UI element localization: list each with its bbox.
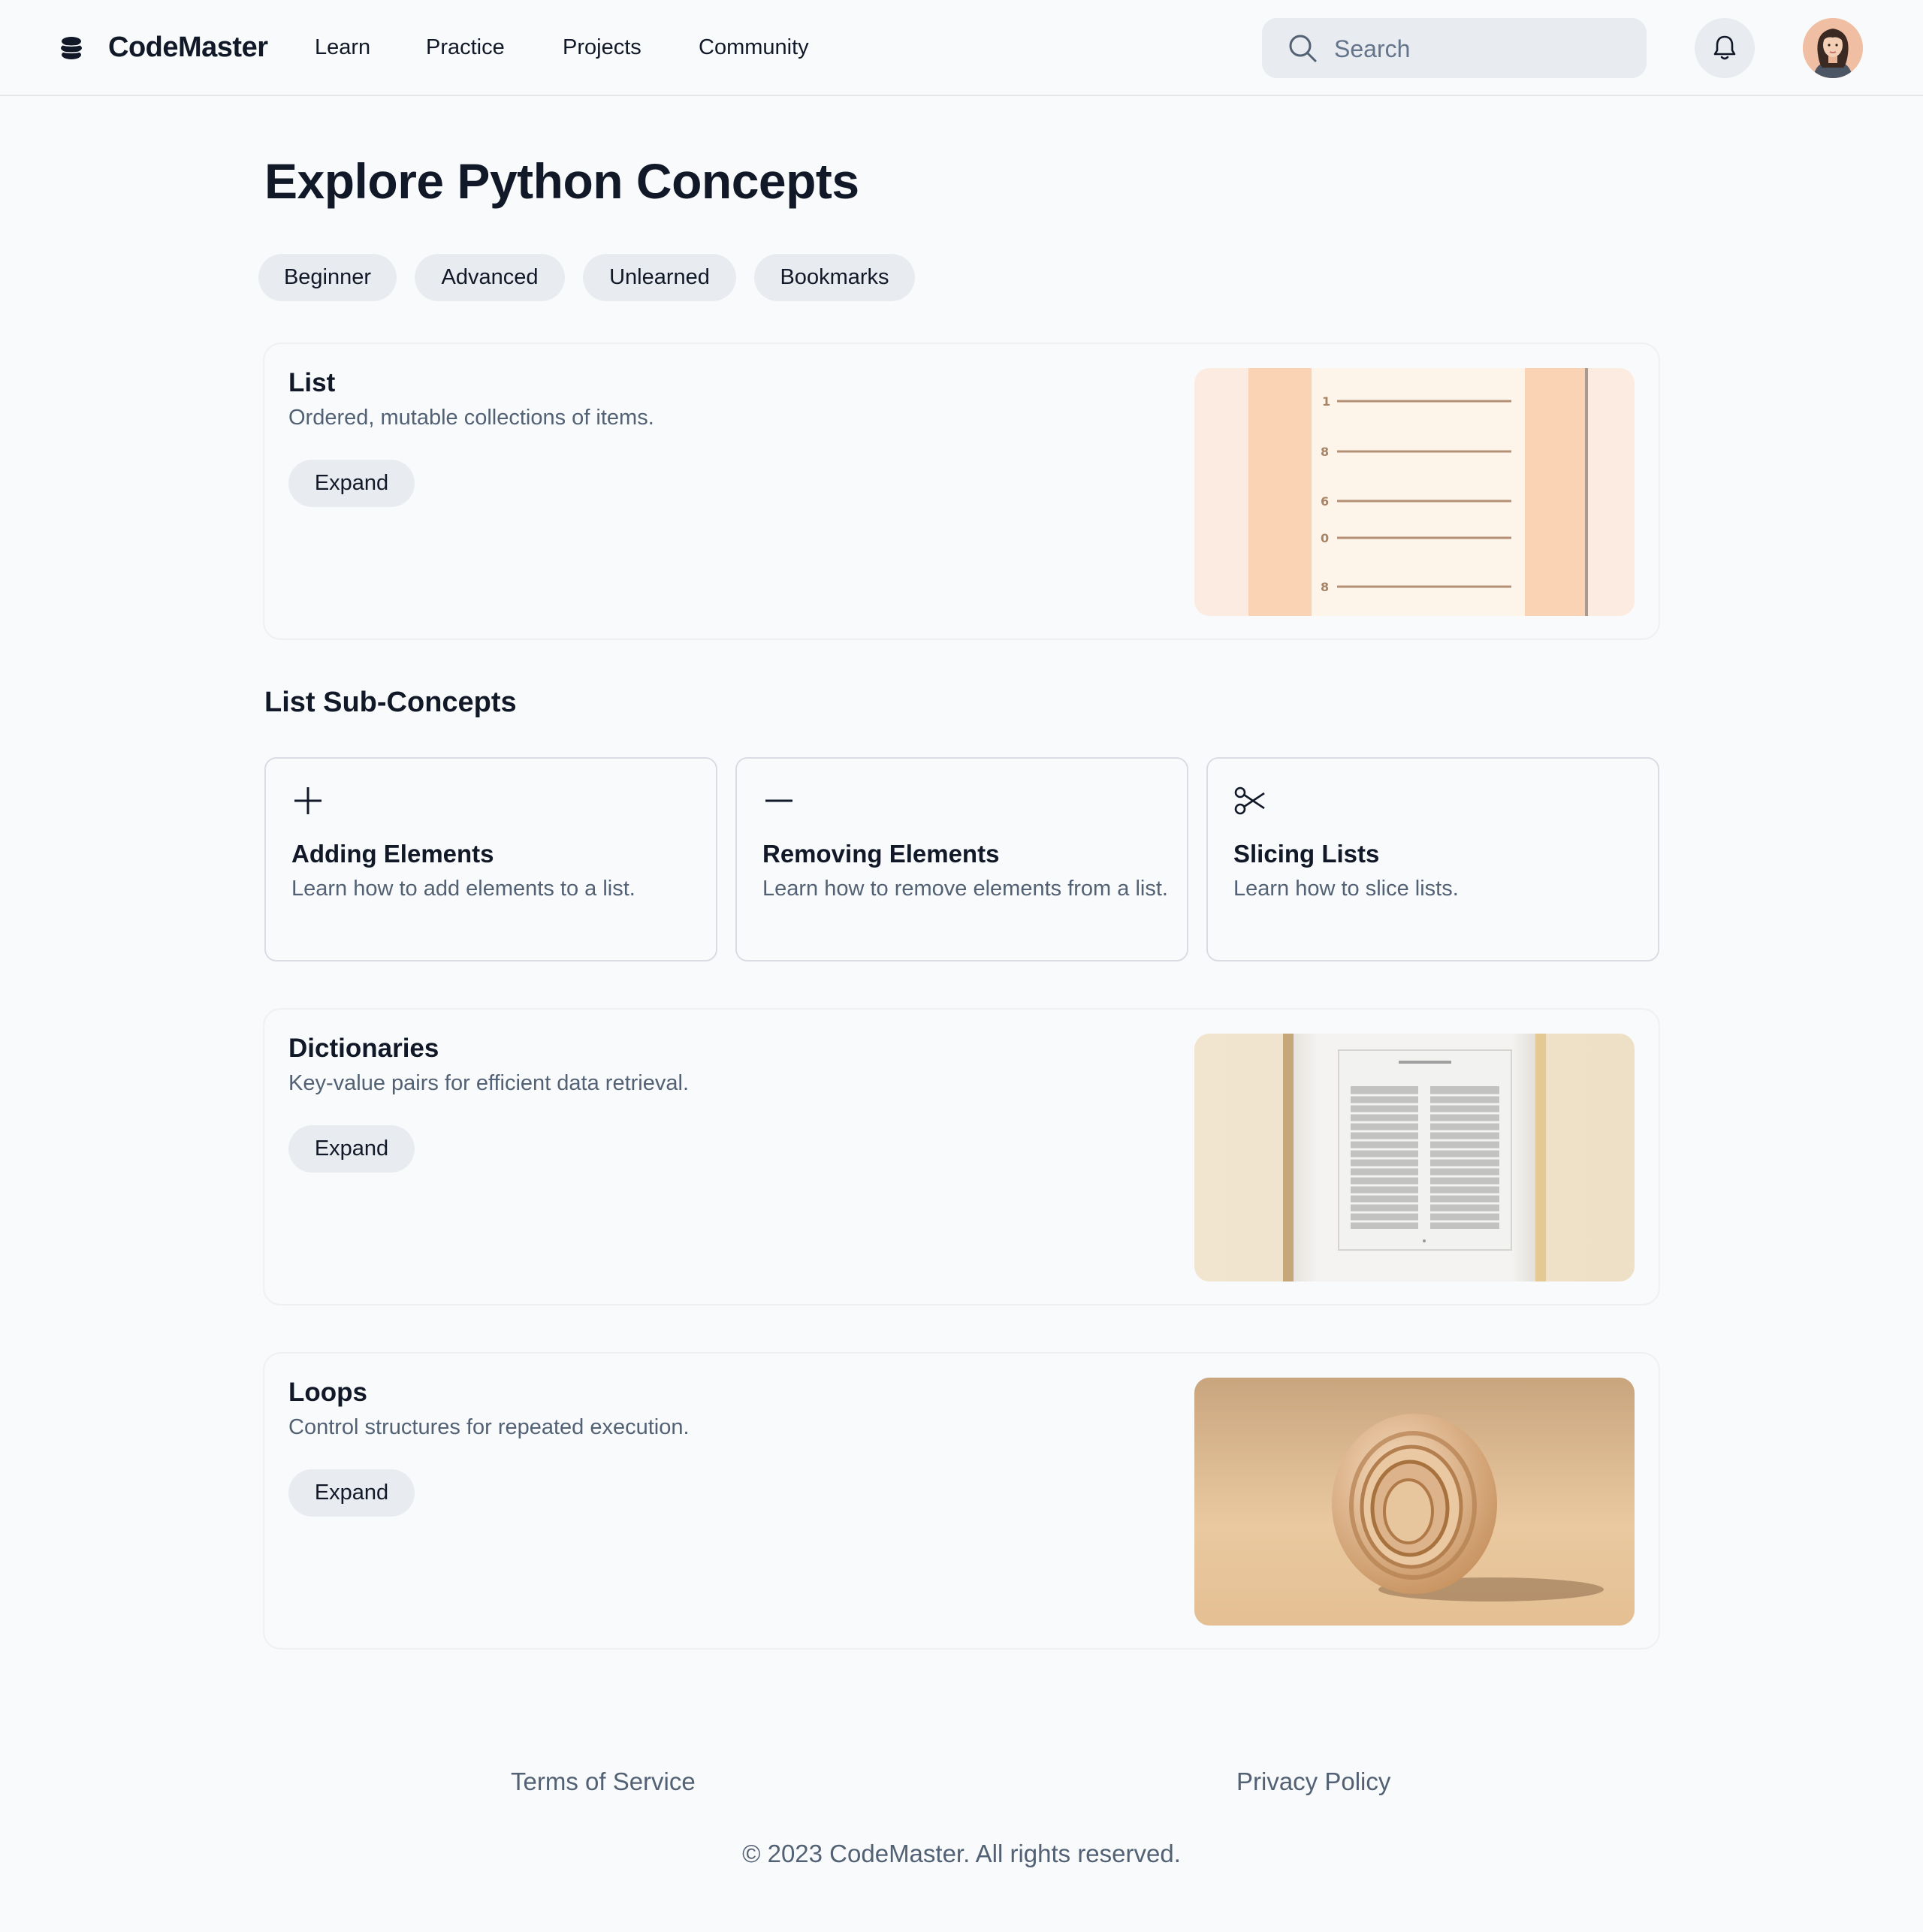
copyright-text: © 2023 CodeMaster. All rights reserved. xyxy=(742,1840,1181,1867)
bell-icon xyxy=(1713,35,1736,60)
concept-card-loops: Loops Control structures for repeated ex… xyxy=(263,1352,1660,1650)
concept-card-dictionaries: Dictionaries Key-value pairs for efficie… xyxy=(263,1008,1660,1306)
expand-button[interactable]: Expand xyxy=(288,1125,415,1173)
search-box[interactable] xyxy=(1262,18,1647,78)
list-number: 8 xyxy=(1321,580,1329,594)
page-title: Explore Python Concepts xyxy=(264,153,859,209)
concept-description: Ordered, mutable collections of items. xyxy=(288,406,654,430)
notifications-button[interactable] xyxy=(1695,18,1755,78)
nav-practice[interactable]: Practice xyxy=(426,32,505,63)
sub-concept-title: Adding Elements xyxy=(291,840,494,868)
list-number: 8 xyxy=(1321,445,1329,459)
sub-concept-removing[interactable]: Removing Elements Learn how to remove el… xyxy=(735,757,1188,961)
concept-title: Loops xyxy=(288,1378,367,1407)
concept-description: Control structures for repeated executio… xyxy=(288,1415,690,1439)
top-nav-bar: CodeMaster Learn Practice Projects Commu… xyxy=(0,0,1923,96)
sub-concept-description: Learn how to remove elements from a list… xyxy=(762,877,1168,901)
sub-concept-title: Slicing Lists xyxy=(1233,840,1380,868)
concept-title: List xyxy=(288,368,336,397)
dictionary-illustration xyxy=(1194,1034,1635,1281)
filter-bookmarks[interactable]: Bookmarks xyxy=(754,254,915,301)
filter-advanced[interactable]: Advanced xyxy=(415,254,565,301)
minus-icon xyxy=(765,799,792,802)
section-title: List Sub-Concepts xyxy=(264,687,517,718)
search-icon xyxy=(1289,35,1317,62)
concept-description: Key-value pairs for efficient data retri… xyxy=(288,1071,690,1095)
list-number: 1 xyxy=(1322,394,1330,409)
scissors-icon xyxy=(1234,786,1265,815)
sub-concept-adding[interactable]: Adding Elements Learn how to add element… xyxy=(264,757,717,961)
concept-card-list: List Ordered, mutable collections of ite… xyxy=(263,343,1660,640)
filter-unlearned[interactable]: Unlearned xyxy=(583,254,736,301)
list-number: 0 xyxy=(1321,531,1329,545)
search-input[interactable] xyxy=(1333,29,1629,69)
sub-concept-title: Removing Elements xyxy=(762,840,1000,868)
loop-illustration xyxy=(1194,1378,1635,1626)
concept-title: Dictionaries xyxy=(288,1034,439,1063)
expand-button[interactable]: Expand xyxy=(288,1469,415,1517)
nav-projects[interactable]: Projects xyxy=(563,32,642,63)
filter-beginner[interactable]: Beginner xyxy=(258,254,397,301)
layers-logo-icon[interactable] xyxy=(59,35,84,61)
brand-name[interactable]: CodeMaster xyxy=(108,29,268,66)
sub-concept-slicing[interactable]: Slicing Lists Learn how to slice lists. xyxy=(1206,757,1659,961)
plus-icon xyxy=(294,787,322,814)
list-illustration: 1 8 6 0 8 xyxy=(1194,368,1635,616)
nav-learn[interactable]: Learn xyxy=(315,32,370,63)
sub-concept-description: Learn how to slice lists. xyxy=(1233,877,1459,901)
privacy-link[interactable]: Privacy Policy xyxy=(1236,1765,1390,1798)
nav-community[interactable]: Community xyxy=(699,32,809,63)
terms-link[interactable]: Terms of Service xyxy=(511,1765,696,1798)
list-number: 6 xyxy=(1321,494,1329,509)
user-avatar[interactable] xyxy=(1803,18,1863,78)
expand-button[interactable]: Expand xyxy=(288,460,415,507)
sub-concept-description: Learn how to add elements to a list. xyxy=(291,877,635,901)
